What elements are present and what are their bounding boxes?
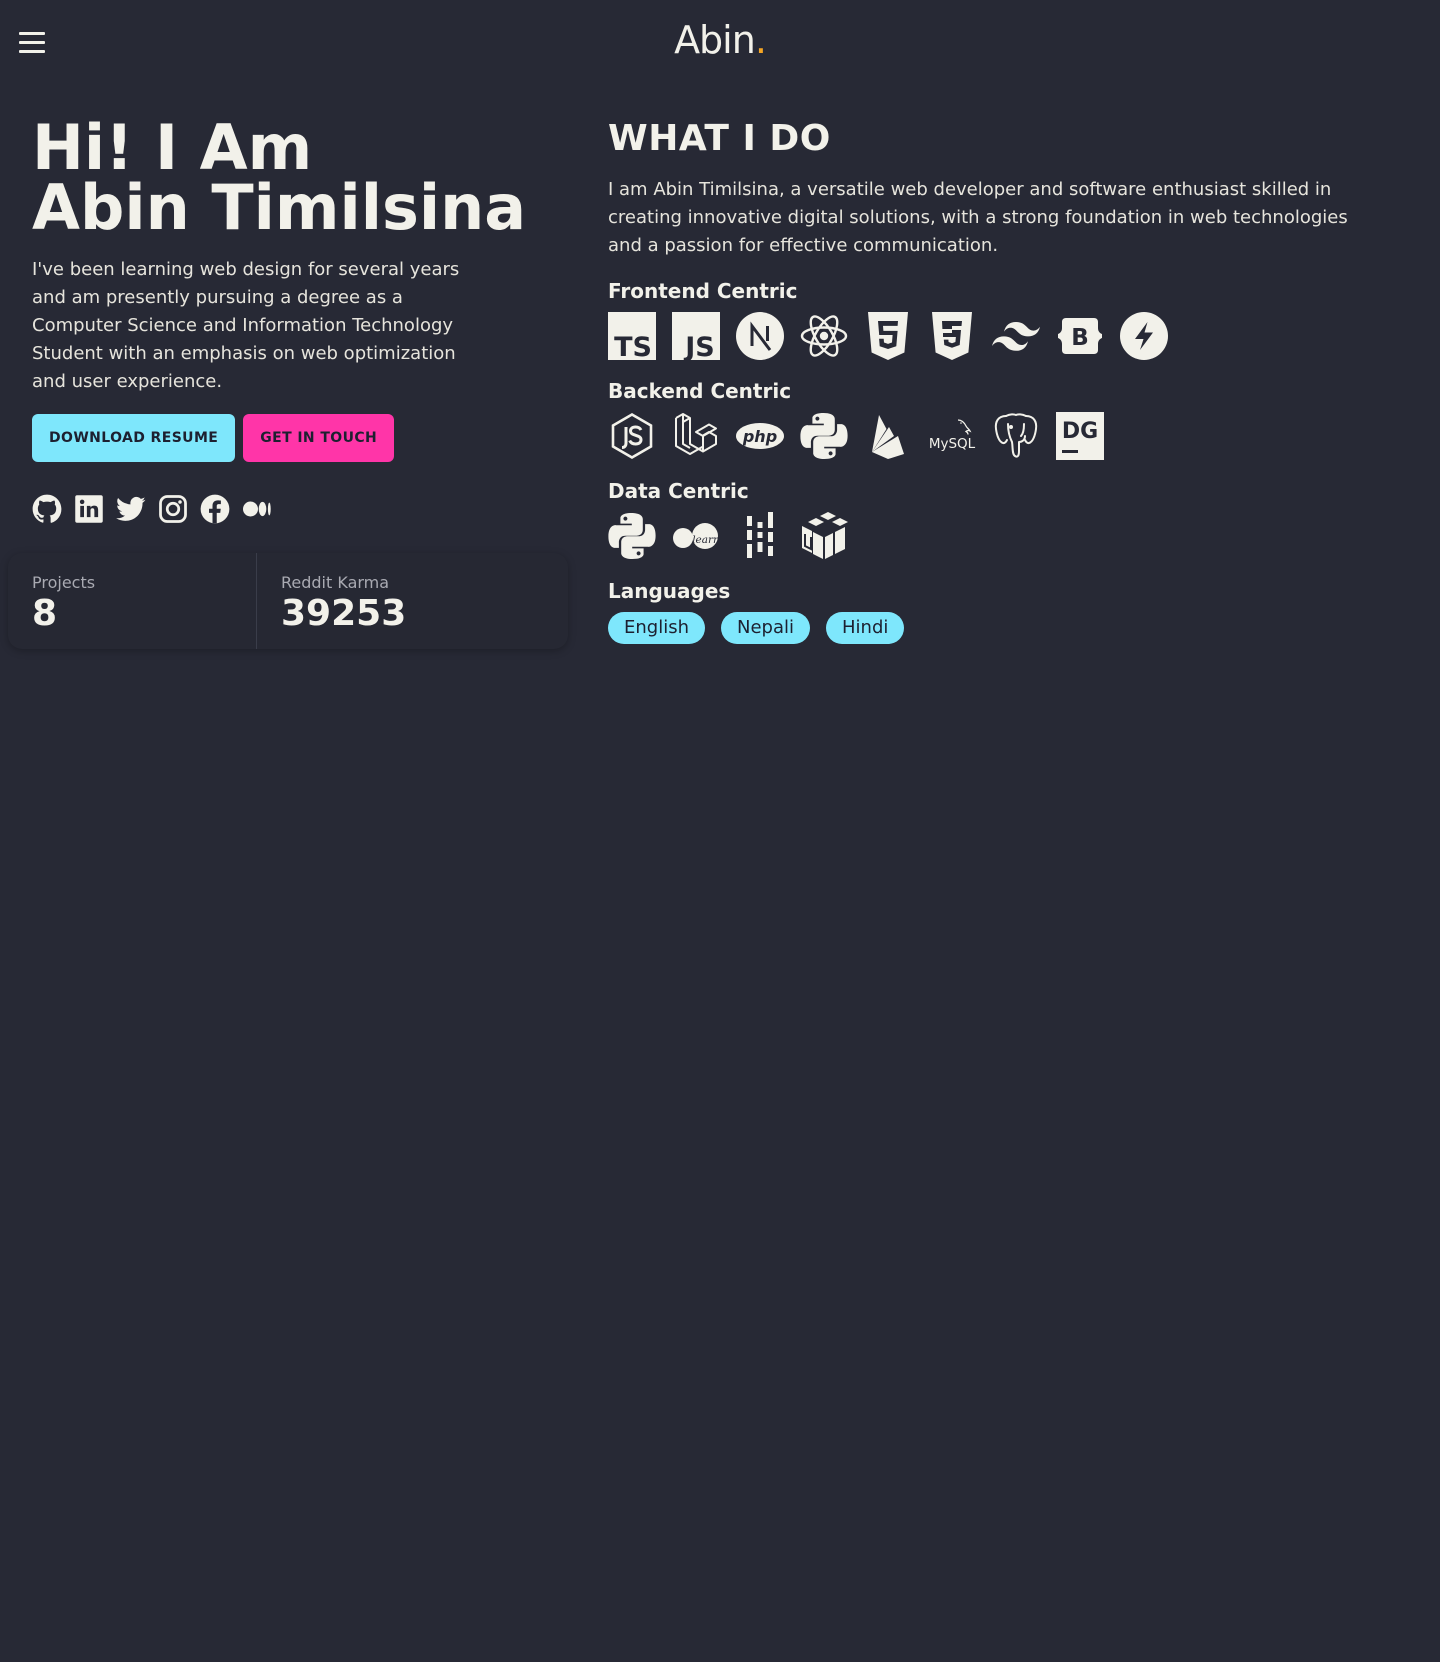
linkedin-icon[interactable] [74,494,104,524]
react-icon [800,312,848,360]
data-icons: learn [608,512,1348,560]
html5-icon [864,312,912,360]
firebase-icon [864,412,912,460]
stats-panel: Projects 8 Reddit Karma 39253 [8,553,568,649]
cta-buttons: DOWNLOAD RESUME GET IN TOUCH [32,414,552,462]
get-in-touch-button[interactable]: GET IN TOUCH [243,414,395,462]
navbar: Abin. [0,0,1440,86]
php-label: php [742,427,777,446]
postgresql-icon [992,412,1040,460]
laravel-icon [672,412,720,460]
stat-label: Projects [32,573,96,592]
bootstrap-icon: B [1056,312,1104,360]
languages-title: Languages [608,579,731,603]
php-icon: php [736,412,784,460]
github-icon[interactable] [32,494,62,524]
sklearn-label: learn [692,534,720,546]
facebook-icon[interactable] [200,494,230,524]
data-title: Data Centric [608,479,749,503]
brand-logo[interactable]: Abin. [0,18,1440,62]
hero-title-line2: Abin Timilsina [32,171,527,244]
datagrip-icon: DG [1056,412,1104,460]
stat-label: Reddit Karma [281,573,390,592]
pandas-icon [736,512,784,560]
datagrip-label: DG [1062,419,1098,444]
stat-reddit-karma: Reddit Karma 39253 [256,553,568,649]
brand-dot: . [754,18,767,62]
nextjs-icon [736,312,784,360]
nodejs-icon [608,412,656,460]
svg-text:B: B [1071,325,1089,351]
social-links [32,494,552,524]
frontend-title: Frontend Centric [608,279,798,303]
hero-section: Hi! I Am Abin Timilsina I've been learni… [32,111,552,524]
hero-title-line1: Hi! I Am [32,111,313,184]
javascript-icon: JS [672,312,720,360]
mysql-label: MySQL [929,436,976,452]
what-title: WHAT I DO [608,118,831,159]
download-resume-button[interactable]: DOWNLOAD RESUME [32,414,236,462]
numpy-icon [800,512,848,560]
python-icon [800,412,848,460]
medium-icon[interactable] [242,494,272,524]
backend-icons: php MySQL DG [608,412,1348,460]
svg-text:TS: TS [614,332,652,360]
brand-name: Abin [674,18,756,62]
language-badge: Hindi [826,612,905,644]
backend-title: Backend Centric [608,379,792,403]
stat-value: 8 [32,593,58,634]
what-description: I am Abin Timilsina, a versatile web dev… [608,179,1348,256]
css3-icon [928,312,976,360]
tailwind-icon [992,312,1040,360]
mysql-icon: MySQL [928,412,976,460]
fastify-icon [1120,312,1168,360]
stat-projects: Projects 8 [8,553,256,649]
language-badge: English [608,612,705,644]
what-i-do-section: WHAT I DO I am Abin Timilsina, a versati… [608,118,1348,644]
typescript-icon: TS [608,312,656,360]
frontend-icons: TS JS B [608,312,1348,360]
languages-list: English Nepali Hindi [608,612,1348,644]
language-badge: Nepali [721,612,810,644]
svg-text:JS: JS [683,332,715,360]
stat-value: 39253 [281,593,407,634]
scikit-learn-icon: learn [672,512,720,560]
python-icon [608,512,656,560]
instagram-icon[interactable] [158,494,188,524]
hero-title: Hi! I Am Abin Timilsina [32,111,552,244]
hero-description: I've been learning web design for severa… [32,259,460,392]
twitter-icon[interactable] [116,494,146,524]
